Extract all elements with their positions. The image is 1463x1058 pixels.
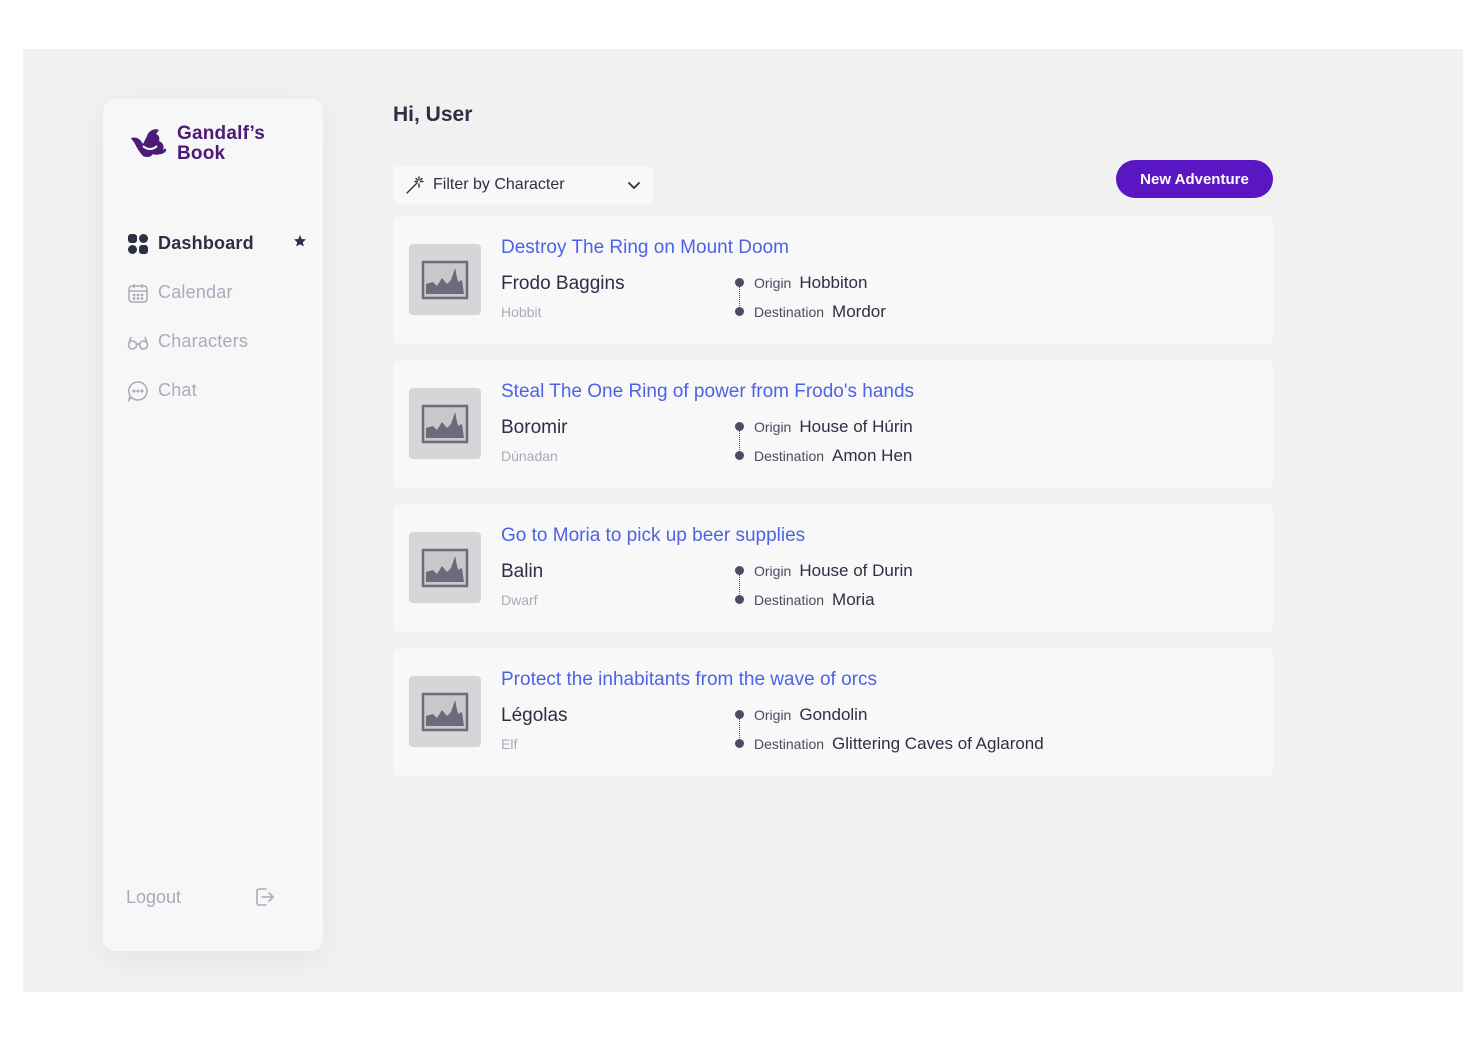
- image-placeholder-icon: [409, 532, 481, 603]
- route: Origin Gondolin Destination Glittering C…: [735, 705, 1044, 763]
- adventure-card[interactable]: Destroy The Ring on Mount Doom Frodo Bag…: [393, 216, 1273, 344]
- image-placeholder-icon: [409, 388, 481, 459]
- route: Origin House of Durin Destination Moria: [735, 561, 913, 619]
- sidebar-item-label: Characters: [158, 331, 249, 351]
- adventure-title[interactable]: Go to Moria to pick up beer supplies: [501, 525, 805, 547]
- route-dot: [735, 710, 744, 719]
- origin-label: Origin: [754, 275, 792, 291]
- new-adventure-button[interactable]: New Adventure: [1116, 160, 1273, 198]
- sidebar: Gandalf’s Book Dashboard Calendar Charac…: [103, 99, 323, 951]
- character-name: Boromir: [501, 417, 568, 438]
- app-background: Gandalf’s Book Dashboard Calendar Charac…: [23, 49, 1463, 992]
- route: Origin House of Húrin Destination Amon H…: [735, 417, 913, 475]
- filter-label: Filter by Character: [433, 176, 565, 193]
- origin-value: House of Durin: [799, 561, 913, 580]
- route-dot: [735, 278, 744, 287]
- route-dot: [735, 739, 744, 748]
- origin-label: Origin: [754, 563, 792, 579]
- sidebar-item-chat[interactable]: Chat: [127, 366, 307, 415]
- character-name: Frodo Baggins: [501, 273, 625, 294]
- brand[interactable]: Gandalf’s Book: [129, 124, 265, 164]
- image-placeholder-icon: [409, 244, 481, 315]
- origin-value: Hobbiton: [799, 273, 868, 292]
- sidebar-item-characters[interactable]: Characters: [127, 317, 307, 366]
- adventure-title[interactable]: Protect the inhabitants from the wave of…: [501, 669, 877, 691]
- route-dot: [735, 422, 744, 431]
- character-name: Balin: [501, 561, 544, 582]
- glasses-icon: [127, 331, 149, 353]
- route-destination: Destination Amon Hen: [735, 446, 913, 475]
- brand-line-1: Gandalf’s: [177, 123, 266, 144]
- adventure-title[interactable]: Steal The One Ring of power from Frodo's…: [501, 381, 914, 403]
- route-dot: [735, 451, 744, 460]
- character-name: Légolas: [501, 705, 568, 726]
- destination-label: Destination: [754, 592, 825, 608]
- route: Origin Hobbiton Destination Mordor: [735, 273, 886, 331]
- route-destination: Destination Glittering Caves of Aglarond: [735, 734, 1044, 763]
- chat-bubble-icon: [127, 380, 149, 402]
- destination-label: Destination: [754, 304, 825, 320]
- route-origin: Origin House of Durin: [735, 561, 913, 590]
- destination-label: Destination: [754, 448, 825, 464]
- adventure-card[interactable]: Steal The One Ring of power from Frodo's…: [393, 360, 1273, 488]
- destination-value: Amon Hen: [832, 446, 913, 465]
- adventure-card[interactable]: Protect the inhabitants from the wave of…: [393, 648, 1273, 776]
- destination-value: Glittering Caves of Aglarond: [832, 734, 1044, 753]
- origin-label: Origin: [754, 707, 792, 723]
- destination-value: Mordor: [832, 302, 886, 321]
- character-race: Dúnadan: [501, 448, 558, 464]
- route-dot: [735, 595, 744, 604]
- magic-wand-icon: [406, 176, 424, 194]
- character-race: Hobbit: [501, 304, 542, 320]
- sidebar-item-label: Chat: [158, 380, 197, 400]
- character-race: Elf: [501, 736, 518, 752]
- route-dot: [735, 566, 744, 575]
- route-destination: Destination Mordor: [735, 302, 886, 331]
- sidebar-item-label: Dashboard: [158, 233, 254, 253]
- origin-label: Origin: [754, 419, 792, 435]
- page-greeting: Hi, User: [393, 103, 473, 126]
- route-destination: Destination Moria: [735, 590, 913, 619]
- brand-name: Gandalf’s Book: [177, 124, 265, 164]
- origin-value: Gondolin: [799, 705, 868, 724]
- filter-by-character-dropdown[interactable]: Filter by Character: [393, 166, 653, 204]
- adventure-card[interactable]: Go to Moria to pick up beer supplies Bal…: [393, 504, 1273, 632]
- route-dot: [735, 307, 744, 316]
- destination-label: Destination: [754, 736, 825, 752]
- adventure-list: Destroy The Ring on Mount Doom Frodo Bag…: [393, 216, 1273, 792]
- route-origin: Origin Gondolin: [735, 705, 1044, 734]
- sidebar-nav: Dashboard Calendar Characters Chat: [127, 219, 307, 415]
- logout-label: Logout: [126, 886, 182, 907]
- adventure-title[interactable]: Destroy The Ring on Mount Doom: [501, 237, 789, 259]
- brand-line-2: Book: [177, 143, 226, 164]
- sidebar-item-calendar[interactable]: Calendar: [127, 268, 307, 317]
- dashboard-grid-icon: [127, 233, 149, 255]
- chevron-down-icon: [628, 182, 640, 189]
- destination-value: Moria: [832, 590, 875, 609]
- wizard-hat-logo-icon: [131, 129, 167, 158]
- character-race: Dwarf: [501, 592, 538, 608]
- image-placeholder-icon: [409, 676, 481, 747]
- origin-value: House of Húrin: [799, 417, 913, 436]
- logout-icon: [256, 888, 274, 906]
- route-origin: Origin House of Húrin: [735, 417, 913, 446]
- route-origin: Origin Hobbiton: [735, 273, 886, 302]
- calendar-icon: [127, 282, 149, 304]
- star-icon: [294, 235, 306, 247]
- sidebar-item-label: Calendar: [158, 282, 233, 302]
- logout-button[interactable]: Logout: [126, 885, 276, 909]
- sidebar-item-dashboard[interactable]: Dashboard: [127, 219, 307, 268]
